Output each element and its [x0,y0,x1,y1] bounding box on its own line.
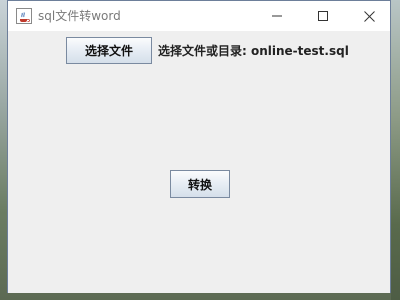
minimize-icon [272,15,282,17]
maximize-icon [318,11,328,21]
app-window: sql文件转word 选择文件 选择文件或目录: online-test.sql… [7,0,391,293]
selected-path-label: 选择文件或目录: online-test.sql [158,44,349,58]
desktop-background-edge [391,0,400,300]
maximize-button[interactable] [300,1,346,31]
convert-button[interactable]: 转换 [170,170,230,198]
close-button[interactable] [346,1,392,31]
close-icon [363,10,375,22]
minimize-button[interactable] [254,1,300,31]
window-title: sql文件转word [38,9,121,23]
java-app-icon[interactable] [16,8,32,24]
content-panel: 选择文件 选择文件或目录: online-test.sql 转换 [8,31,390,293]
choose-file-button[interactable]: 选择文件 [66,37,152,64]
title-bar[interactable]: sql文件转word [8,1,390,31]
